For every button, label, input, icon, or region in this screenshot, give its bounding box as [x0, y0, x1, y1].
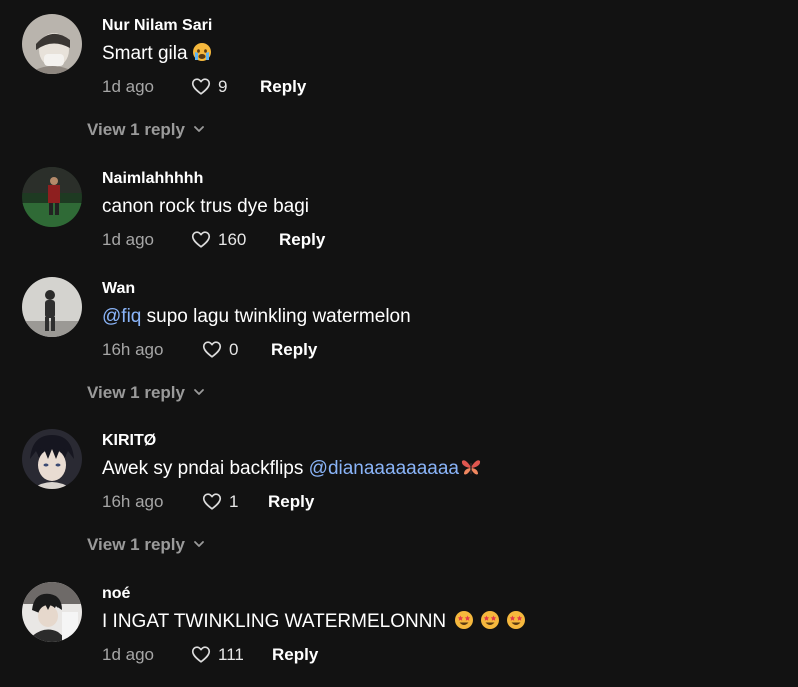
like-count: 111	[218, 645, 244, 664]
avatar-image	[22, 429, 82, 489]
mention-link[interactable]: @fiq	[102, 306, 141, 327]
like-count: 0	[229, 340, 239, 359]
timestamp: 1d ago	[102, 77, 154, 96]
avatar-image	[22, 582, 82, 642]
comment-text: Awek sy pndai backflips @dianaaaaaaaaa	[102, 456, 788, 482]
star-struck-emoji-icon	[454, 610, 474, 630]
comment-text-content: supo lagu twinkling watermelon	[141, 306, 411, 327]
comment-text: @fiq supo lagu twinkling watermelon	[102, 304, 788, 330]
reply-button[interactable]: Reply	[271, 338, 317, 362]
heart-icon	[202, 341, 222, 358]
view-replies-button[interactable]: View 1 reply	[87, 382, 205, 404]
username[interactable]: KIRITØ	[102, 431, 788, 451]
view-replies-label: View 1 reply	[87, 383, 185, 402]
username[interactable]: noé	[102, 584, 788, 604]
like-button[interactable]: 111	[190, 643, 244, 667]
comment-text-content: I INGAT TWINKLING WATERMELONNN	[102, 611, 447, 632]
reply-button[interactable]: Reply	[272, 643, 318, 667]
timestamp: 1d ago	[102, 645, 154, 664]
heart-icon	[191, 646, 211, 663]
like-button[interactable]: 0	[201, 338, 238, 362]
avatar[interactable]	[22, 167, 82, 227]
heart-icon	[191, 231, 211, 248]
view-replies-label: View 1 reply	[87, 535, 185, 554]
like-count: 1	[229, 492, 239, 511]
view-replies-button[interactable]: View 1 reply	[87, 119, 205, 141]
like-count: 9	[218, 77, 228, 96]
like-button[interactable]: 9	[190, 75, 227, 99]
heart-icon	[202, 493, 222, 510]
timestamp: 1d ago	[102, 230, 154, 249]
chevron-down-icon	[194, 541, 204, 547]
star-struck-emoji-icon	[506, 610, 526, 630]
comment-text: I INGAT TWINKLING WATERMELONNN	[102, 609, 788, 635]
like-count: 160	[218, 230, 247, 249]
mention-link[interactable]: @dianaaaaaaaaa	[309, 458, 459, 479]
reply-button[interactable]: Reply	[260, 75, 306, 99]
username[interactable]: Naimlahhhhh	[102, 169, 788, 189]
avatar[interactable]	[22, 14, 82, 74]
avatar-image	[22, 277, 82, 337]
star-struck-emoji-icon	[480, 610, 500, 630]
avatar[interactable]	[22, 429, 82, 489]
username[interactable]: Nur Nilam Sari	[102, 16, 788, 36]
butterfly-emoji-icon	[461, 457, 481, 477]
avatar-image	[22, 14, 82, 74]
heart-icon	[191, 78, 211, 95]
chevron-down-icon	[194, 126, 204, 132]
avatar[interactable]	[22, 277, 82, 337]
username[interactable]: Wan	[102, 279, 788, 299]
comment-text-content: Smart gila	[102, 43, 188, 64]
comment-text: canon rock trus dye bagi	[102, 196, 310, 217]
comment-text: Smart gila	[102, 41, 788, 67]
like-button[interactable]: 1	[201, 490, 238, 514]
reply-button[interactable]: Reply	[268, 490, 314, 514]
avatar-image	[22, 167, 82, 227]
timestamp: 16h ago	[102, 492, 164, 511]
like-button[interactable]: 160	[190, 228, 246, 252]
avatar[interactable]	[22, 582, 82, 642]
chevron-down-icon	[194, 389, 204, 395]
reply-button[interactable]: Reply	[279, 228, 325, 252]
view-replies-label: View 1 reply	[87, 120, 185, 139]
comment-text-content: Awek sy pndai backflips	[102, 458, 309, 479]
timestamp: 16h ago	[102, 340, 164, 359]
crying-face-emoji-icon	[192, 42, 212, 62]
view-replies-button[interactable]: View 1 reply	[87, 534, 205, 556]
